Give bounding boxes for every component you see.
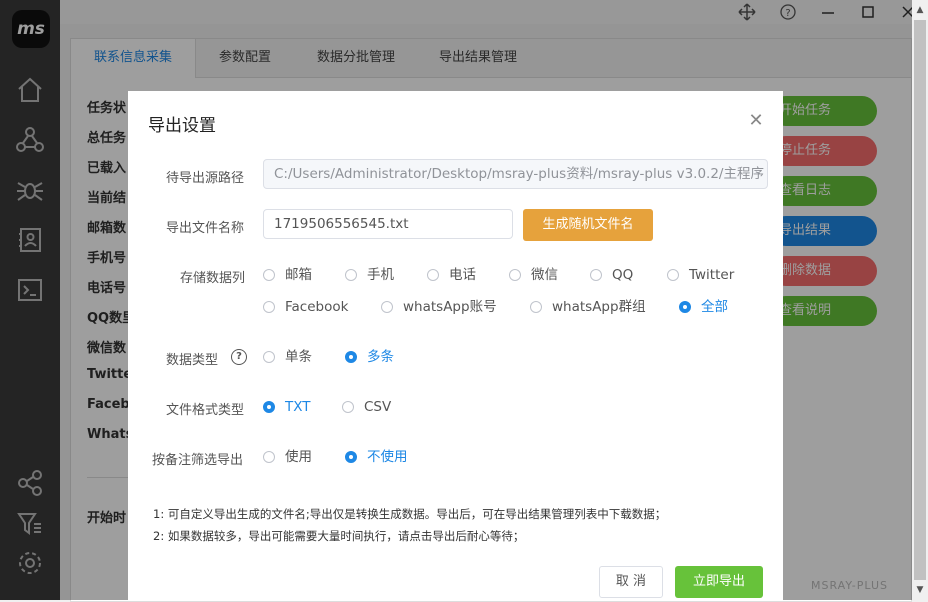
source-path-label: 待导出源路径 <box>166 171 245 186</box>
note-2: 2: 如果数据较多，导出可能需要大量时间执行，请点击导出后耐心等待； <box>153 529 525 543</box>
dialog-title: 导出设置 <box>148 116 216 136</box>
filename-input[interactable]: 1719506556545.txt <box>263 209 513 239</box>
columns-label: 存储数据列 <box>180 271 246 286</box>
note-1: 1: 可自定义导出生成的文件名;导出仅是转换生成数据。导出后，可在导出结果管理列… <box>153 507 667 521</box>
source-path-input[interactable]: C:/Users/Administrator/Desktop/msray-plu… <box>263 159 768 189</box>
scroll-up-icon[interactable]: ▲ <box>912 2 928 18</box>
scroll-down-icon[interactable]: ▼ <box>912 582 928 598</box>
close-icon[interactable]: ✕ <box>748 112 764 130</box>
export-now-button[interactable]: 立即导出 <box>675 566 763 598</box>
export-settings-dialog: 导出设置 ✕ 待导出源路径 C:/Users/Administrator/Des… <box>128 91 783 600</box>
data-type-label: 数据类型 <box>166 353 219 368</box>
question-icon[interactable]: ? <box>231 349 247 365</box>
remark-filter-label: 按备注筛选导出 <box>152 453 244 468</box>
cancel-button[interactable]: 取 消 <box>599 566 663 598</box>
format-label: 文件格式类型 <box>166 403 245 418</box>
scrollbar-thumb[interactable] <box>914 20 926 580</box>
filename-label: 导出文件名称 <box>166 221 245 236</box>
generate-random-filename-button[interactable]: 生成随机文件名 <box>523 209 653 241</box>
